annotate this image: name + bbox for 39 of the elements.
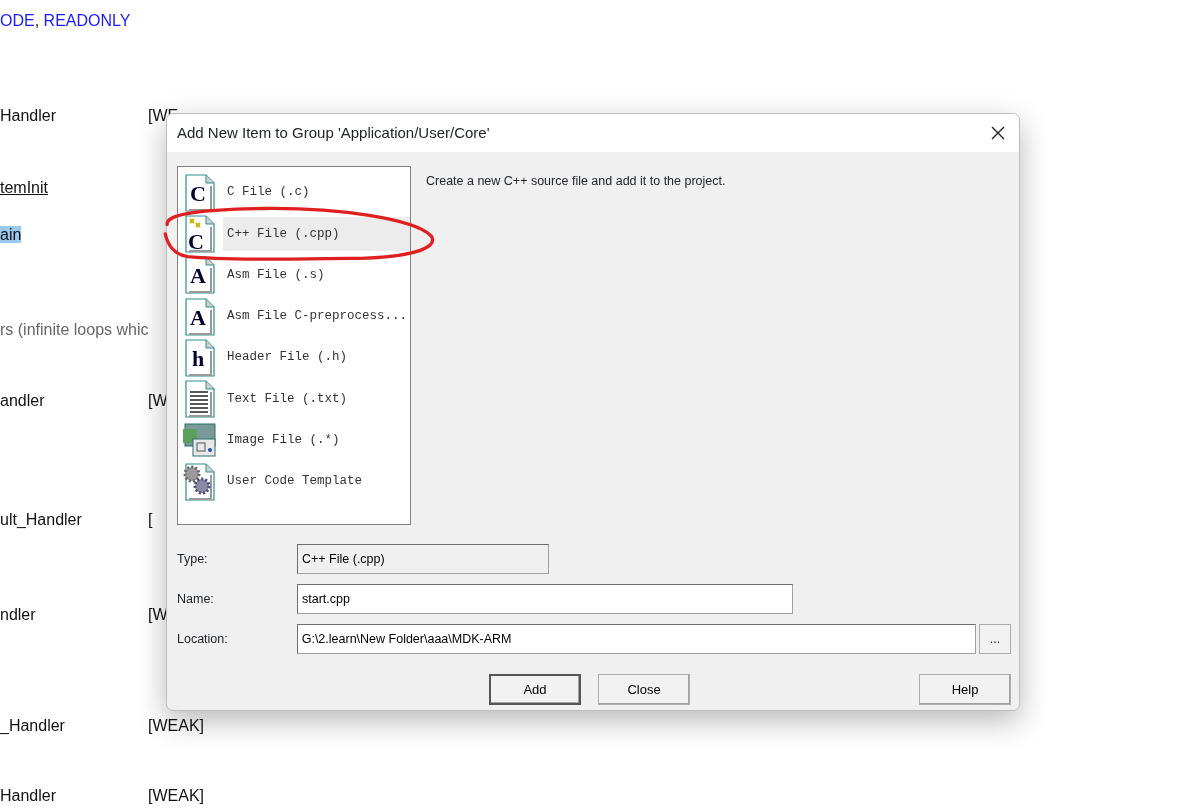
list-item[interactable]: C++ File (.cpp) (223, 216, 410, 252)
list-item[interactable]: Text File (.txt) (223, 381, 410, 417)
symbol-text: andler (0, 392, 45, 409)
input-field[interactable]: G:\2.learn\New Folder\aaa\MDK-ARM (296, 624, 977, 654)
readonly-field[interactable]: C++ File (.cpp) (297, 544, 549, 574)
field-label: Location: (177, 630, 229, 648)
attribute-text: [ (148, 510, 153, 530)
input-field[interactable]: start.cpp (297, 584, 793, 614)
separator-text: , (34, 12, 40, 29)
dialog-button[interactable]: Help (919, 674, 1011, 705)
attribute-text: [WEAK] (148, 786, 204, 806)
attribute-text: [W (148, 605, 168, 625)
dialog-button[interactable]: Close (598, 674, 690, 705)
dialog-button[interactable]: Add (489, 674, 581, 705)
symbol-text: ult_Handler (0, 511, 82, 528)
list-item[interactable]: Header File (.h) (223, 340, 410, 376)
field-label: Name: (177, 590, 215, 608)
keyword-link[interactable]: ODE (0, 12, 35, 29)
symbol-link[interactable]: temInit (0, 179, 48, 196)
list-item[interactable]: C File (.c) (223, 175, 410, 210)
list-item[interactable]: Asm File (.s) (223, 257, 410, 293)
symbol-text: ndler (0, 606, 36, 623)
field-label: Type: (177, 550, 209, 568)
list-item[interactable]: Asm File C-preprocess... (223, 299, 412, 334)
symbol-text: ain (0, 226, 22, 243)
symbol-text: _Handler (0, 717, 65, 734)
close-button[interactable] (991, 126, 1005, 140)
keyword-link[interactable]: READONLY (43, 12, 131, 29)
description-text: Create a new C++ source file and add it to the project. (425, 173, 726, 190)
attribute-text: [WEAK] (148, 716, 204, 736)
list-item[interactable]: User Code Template (223, 464, 410, 500)
image-file-icon (181, 421, 219, 460)
attribute-text: [W (148, 391, 168, 411)
browse-button[interactable]: ... (979, 624, 1011, 654)
list-item[interactable]: Image File (.*) (223, 423, 410, 458)
symbol-text: Handler (0, 107, 57, 124)
comment-text: rs (infinite loops whic (0, 321, 149, 338)
window-title: Add New Item to Group 'Application/User/Core' (177, 123, 490, 143)
symbol-text: Handler (0, 787, 57, 804)
